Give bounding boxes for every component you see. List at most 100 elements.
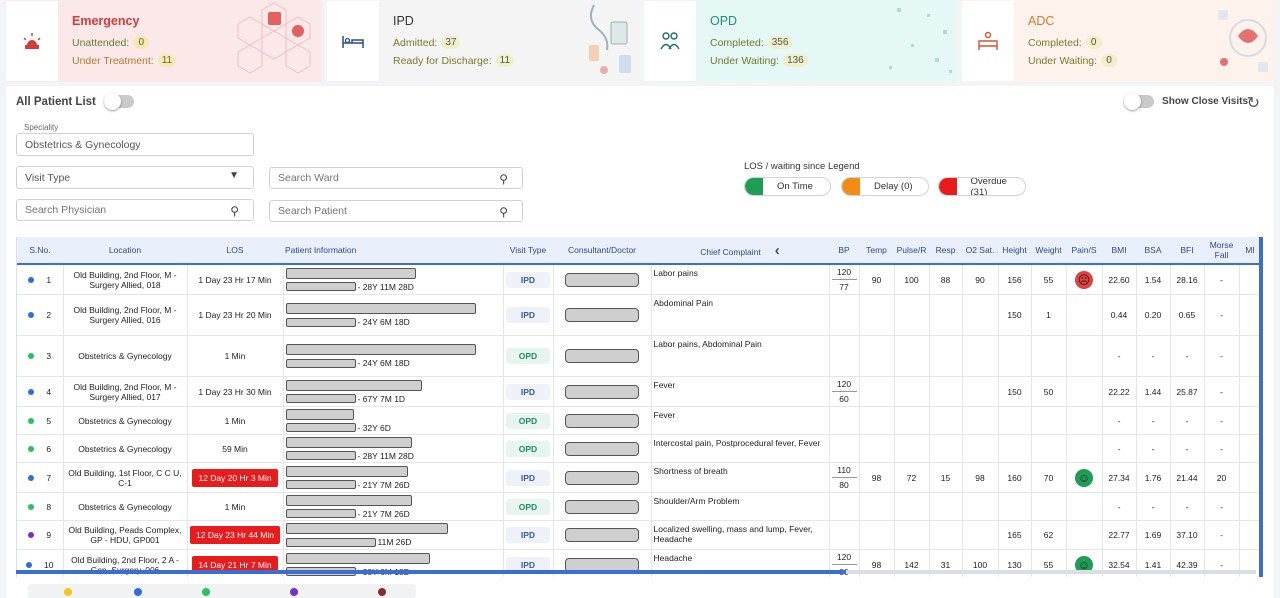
column-header[interactable]: Resp [929,237,962,265]
search-patient-field[interactable]: ⚲ [269,200,523,222]
legend-on-time[interactable]: On Time [744,177,831,196]
vital-resp: 31 [940,559,951,570]
horizontal-scroll-thumb[interactable] [16,570,846,574]
metric-bmi: 27.34 [1108,472,1130,483]
bp-systolic: 120 [831,377,857,392]
column-header[interactable]: BSA [1136,237,1170,265]
vital-weight: 1 [1046,310,1051,320]
column-header[interactable]: Weight [1031,237,1066,265]
bottom-legend-dot [290,588,298,596]
column-header[interactable]: Morse Fall [1204,237,1239,265]
opd-completed-label: Completed: [710,36,764,49]
column-header[interactable]: S.No. [17,237,63,265]
legend-overdue[interactable]: Overdue (31) [938,177,1026,196]
emergency-card[interactable]: Emergency Unattended: 0 Under Treatment: 1… [6,0,322,82]
show-close-visits-label: Show Close Visits [1162,96,1248,107]
metric-bfi: 25.87 [1176,386,1198,397]
column-header[interactable]: LOS [187,237,283,265]
column-header[interactable]: O2 Sat. [962,237,998,265]
search-ward-field[interactable]: ⚲ [269,167,523,189]
redacted-id [285,282,356,291]
all-patient-list-toggle[interactable] [103,93,134,110]
ready-discharge-label: Ready for Discharge: [393,54,492,67]
chief-complaint: Headache [653,553,693,563]
redacted-id [285,423,356,432]
table-row[interactable]: 5 Obstetrics & Gynecology 1 Min - 32Y 6D OPD… [17,406,1262,435]
legend-delay[interactable]: Delay (0) [841,177,929,196]
search-icon[interactable]: ⚲ [230,204,239,218]
vital-temp: 98 [871,559,882,570]
search-ward-input[interactable] [278,172,474,184]
los-overdue-badge: 12 Day 23 Hr 44 Min [190,526,280,544]
redacted-consultant [565,528,639,542]
show-close-visits-toggle[interactable] [1124,93,1155,110]
los-text: 1 Day 23 Hr 20 Min [198,310,272,320]
table-row[interactable]: 3 Obstetrics & Gynecology 1 Min - 24Y 6M 18… [17,335,1262,377]
metric-bsa: - [1151,351,1155,361]
search-icon[interactable]: ⚲ [499,205,508,219]
metric-bfi: 28.16 [1176,274,1198,285]
table-row[interactable]: 7 Old Building, 1st Floor, C C U, C-1 12 D… [17,462,1262,493]
status-dot [28,276,35,283]
metric-bmi: - [1117,351,1121,361]
search-physician-field[interactable]: ⚲ [16,199,254,221]
location-text: Old Building, Peads Complex, GP - HDU, G… [68,525,182,545]
column-header[interactable]: Pulse/R [894,237,929,265]
status-dot [26,561,33,568]
visit-type-badge: IPD [506,307,550,323]
adc-card[interactable]: ADC Completed: 0 Under Waiting: 0 [962,0,1274,82]
vertical-scrollbar[interactable] [1259,237,1263,577]
redacted-id [285,451,356,460]
adc-completed-count: 0 [1085,36,1102,49]
visit-type-badge: IPD [506,469,550,486]
column-header[interactable]: Location [63,237,187,265]
column-header[interactable]: Visit Type [503,237,553,265]
visit-type-badge: IPD [506,527,550,543]
visit-type-select[interactable]: Visit Type ▼ [16,166,254,189]
metric-bsa: 1.69 [1144,530,1162,540]
table-row[interactable]: 1 Old Building, 2nd Floor, M - Surgery Al… [17,264,1262,295]
visit-type-badge: IPD [506,271,550,288]
metric-bmi: - [1117,443,1121,454]
column-header[interactable]: Pain/S [1066,237,1102,265]
serial-number: 5 [46,415,52,426]
ipd-card[interactable]: IPD Admitted: 37 Ready for Discharge: 11 [327,0,639,82]
column-header[interactable]: BP [829,237,859,265]
metric-bmi: 0.44 [1110,310,1128,320]
visit-type-badge: OPD [506,498,550,515]
serial-number: 3 [46,351,52,361]
column-header[interactable]: BMI [1102,237,1136,265]
chief-complaint: Abdominal Pain [653,298,714,308]
speciality-field[interactable]: Obstetrics & Gynecology [16,133,254,156]
table-row[interactable]: 4 Old Building, 2nd Floor, M - Surgery Al… [17,376,1262,407]
refresh-icon[interactable]: ↻ [1247,93,1260,113]
column-header[interactable]: Consultant/Doctor [553,237,651,265]
vital-height: 156 [1007,274,1022,285]
column-header[interactable]: Chief Complaint ‹ [651,237,829,265]
bp-diastolic: 60 [839,394,849,404]
column-header[interactable]: BFI [1170,237,1204,265]
column-header[interactable]: Patient Information [283,237,503,265]
table-row[interactable]: 2 Old Building, 2nd Floor, M - Surgery Al… [17,294,1262,336]
bed-icon [327,1,379,81]
redacted-id [285,317,356,327]
table-row[interactable]: 8 Obstetrics & Gynecology 1 Min - 21Y 7M 26… [17,492,1262,521]
search-physician-input[interactable] [25,204,208,216]
table-row[interactable]: 6 Obstetrics & Gynecology 59 Min - 28Y 11M … [17,434,1262,463]
search-patient-input[interactable] [278,205,474,217]
search-icon[interactable]: ⚲ [499,172,508,186]
column-header[interactable]: Height [998,237,1031,265]
metric-bfi: - [1185,415,1189,426]
metric-bsa: 1.44 [1144,386,1162,397]
horizontal-scrollbar[interactable] [16,570,1256,574]
collapse-chevron-icon[interactable]: ‹ [775,242,780,259]
patient-age: - 32Y 6D [357,422,391,433]
metric-morse: - [1220,415,1223,426]
column-header[interactable]: MI [1239,237,1261,265]
metric-bsa: - [1151,415,1155,426]
table-row[interactable]: 9 Old Building, Peads Complex, GP - HDU, … [17,520,1262,550]
opd-card[interactable]: OPD Completed: 356 Under Waiting: 136 [644,0,957,82]
metric-bmi: - [1117,501,1121,512]
column-header[interactable]: Temp [859,237,894,265]
vital-pulse: 100 [904,274,919,285]
